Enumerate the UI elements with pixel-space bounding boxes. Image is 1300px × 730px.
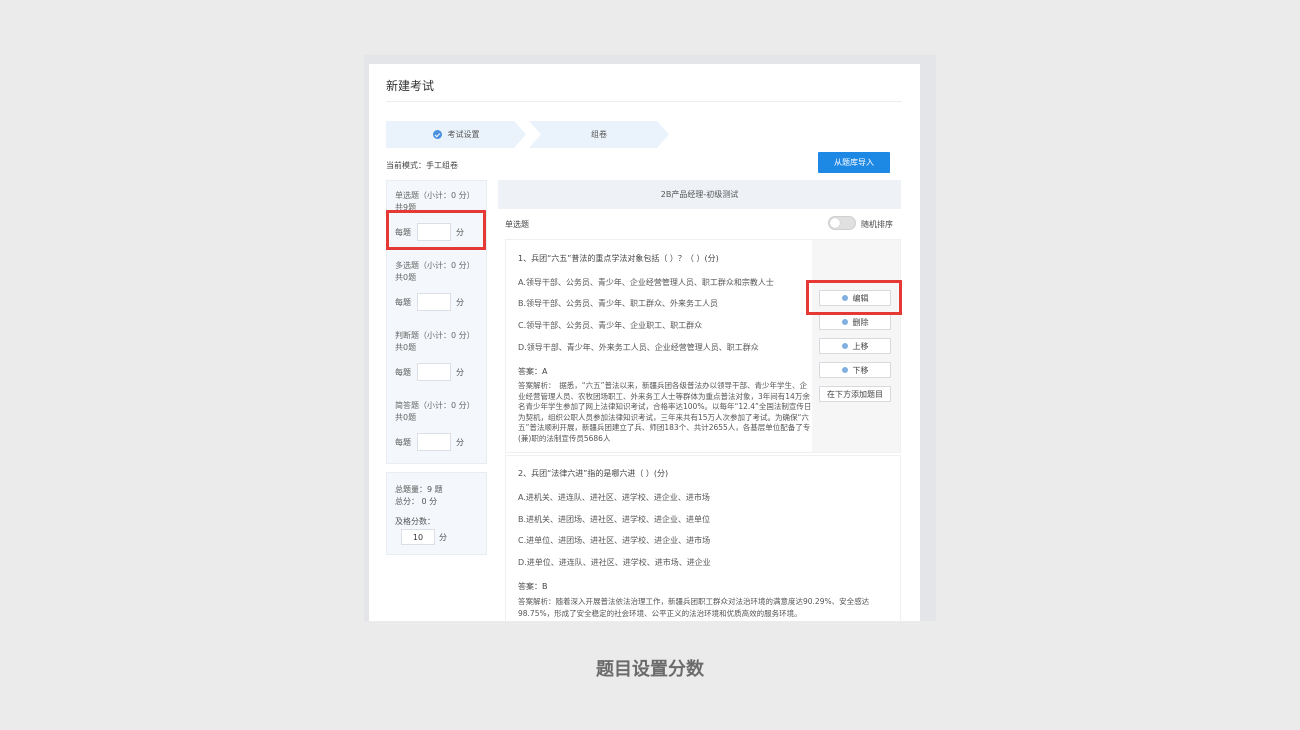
move-down-icon [841, 367, 848, 373]
pass-score-label: 及格分数： [395, 517, 435, 526]
random-sort-label: 随机排序 [861, 220, 893, 229]
paper-title: 2B产品经理-初级测试 [498, 180, 901, 209]
score-input-judge[interactable] [417, 363, 451, 381]
move-up-button[interactable]: 上移 [819, 338, 891, 354]
action-label: 上移 [852, 341, 869, 351]
question-option: B.领导干部、公务员、青少年、职工群众、外来务工人员 [518, 299, 719, 308]
unit-label: 分 [456, 437, 464, 447]
question-analysis: 答案解析：随着深入开展普法依法治理工作，新疆兵团职工群众对法治环境的满意度达90… [518, 597, 870, 618]
current-mode-text: 当前模式：手工组卷 [386, 161, 458, 170]
question-option: C.领导干部、公务员、青少年、企业职工、职工群众 [518, 321, 703, 330]
action-label: 删除 [852, 317, 869, 327]
action-label: 下移 [852, 365, 869, 375]
step-exam-settings[interactable]: 考试设置 [386, 121, 526, 148]
section-title: 判断题（小计：0 分） [395, 331, 475, 340]
total-score: 总分： 0 分 [395, 497, 438, 506]
caption: 题目设置分数 [596, 659, 704, 680]
pass-score-unit: 分 [439, 533, 447, 542]
edit-button-highlight [806, 280, 902, 315]
short-answer-section: 简答题（小计：0 分） 共0题 [395, 400, 475, 424]
section-count: 共0题 [395, 273, 417, 282]
unit-label: 分 [456, 297, 464, 307]
question-option: B.进机关、进团场、进社区、进学校、进企业、进单位 [518, 515, 711, 524]
question-title: 1、兵团“六五”普法的重点学法对象包括（ ）？（ ）(分) [518, 254, 719, 263]
score-input-highlight [386, 210, 486, 250]
move-up-icon [841, 343, 848, 349]
section-count: 共0题 [395, 343, 417, 352]
step-label: 考试设置 [447, 130, 480, 139]
title-divider [386, 101, 902, 102]
per-label: 每题 [395, 297, 411, 307]
question-option: D.领导干部、青少年、外来务工人员、企业经营管理人员、职工群众 [518, 343, 759, 352]
question-option: C.进单位、进团场、进社区、进学校、进企业、进市场 [518, 536, 711, 545]
add-question-below-button[interactable]: 在下方添加题目 [819, 386, 891, 402]
question-option: A.领导干部、公务员、青少年、企业经营管理人员、职工群众和宗教人士 [518, 278, 774, 287]
pass-score-input[interactable]: 10 [401, 529, 435, 545]
score-input-short[interactable] [417, 433, 451, 451]
question-analysis: 答案解析： 据悉，“六五”普法以来，新疆兵团各级普法办以领导干部、青少年学生、企… [518, 381, 812, 443]
per-question-score-row: 每题 分 [395, 363, 464, 381]
per-label: 每题 [395, 437, 411, 447]
question-type-label: 单选题 [505, 220, 529, 229]
section-title: 单选题（小计：0 分） [395, 191, 475, 200]
question-title: 2、兵团“法律六进”指的是哪六进（ ）(分) [518, 469, 669, 478]
delete-button[interactable]: 删除 [819, 314, 891, 330]
step-compose-paper[interactable]: 组卷 [529, 121, 669, 148]
question-option: A.进机关、进连队、进社区、进学校、进企业、进市场 [518, 493, 710, 502]
summary-panel: 总题量：9 题 总分： 0 分 及格分数： 10 分 [386, 472, 487, 555]
section-title: 简答题（小计：0 分） [395, 401, 475, 410]
question-answer: 答案：B [518, 582, 548, 591]
import-from-bank-button[interactable]: 从题库导入 [818, 152, 890, 173]
multi-choice-section: 多选题（小计：0 分） 共0题 [395, 260, 475, 284]
delete-icon [841, 319, 848, 325]
total-count: 总题量：9 题 [395, 485, 443, 494]
section-count: 共0题 [395, 413, 417, 422]
per-question-score-row: 每题 分 [395, 293, 464, 311]
page-title: 新建考试 [386, 79, 435, 93]
question-answer: 答案：A [518, 367, 548, 376]
step-label: 组卷 [591, 130, 607, 139]
unit-label: 分 [456, 367, 464, 377]
section-title: 多选题（小计：0 分） [395, 261, 475, 270]
random-sort-toggle[interactable] [828, 216, 856, 230]
true-false-section: 判断题（小计：0 分） 共0题 [395, 330, 475, 354]
move-down-button[interactable]: 下移 [819, 362, 891, 378]
score-input-multi[interactable] [417, 293, 451, 311]
per-label: 每题 [395, 367, 411, 377]
question-card: 2、兵团“法律六进”指的是哪六进（ ）(分) A.进机关、进连队、进社区、进学校… [505, 455, 901, 621]
check-circle-icon [432, 130, 442, 139]
question-option: D.进单位、进连队、进社区、进学校、进市场、进企业 [518, 558, 711, 567]
per-question-score-row: 每题 分 [395, 433, 464, 451]
exam-card: 新建考试 考试设置 组卷 当前模式：手工组卷 从题库导入 单选题（小计：0 分）… [369, 64, 920, 621]
